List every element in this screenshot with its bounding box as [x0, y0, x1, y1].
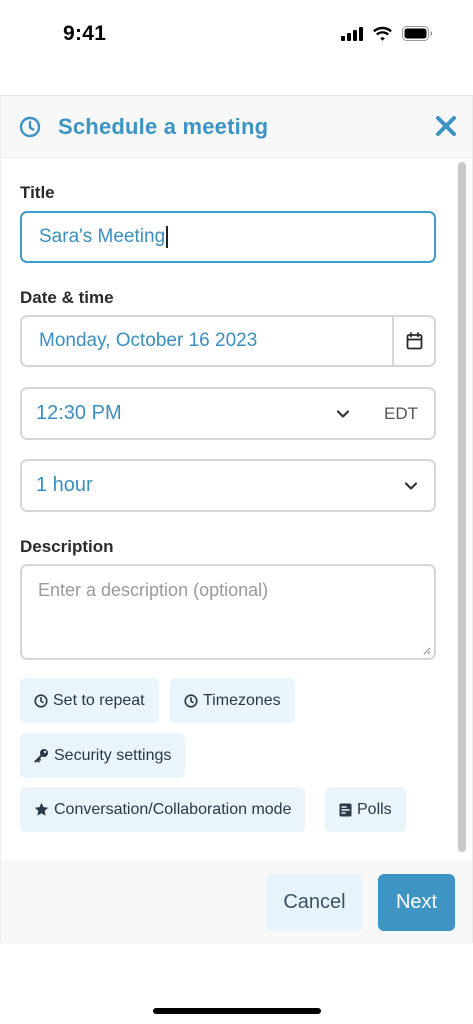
calendar-icon [406, 332, 422, 350]
description-textarea[interactable]: Enter a description (optional) [20, 564, 436, 660]
key-icon [34, 749, 48, 763]
schedule-meeting-dialog: Schedule a meeting Title Sara's Meeting … [0, 95, 473, 944]
cellular-signal-icon [341, 26, 363, 41]
clock-icon [19, 116, 41, 137]
date-input-value: Monday, October 16 2023 [39, 330, 258, 351]
battery-icon [402, 26, 433, 41]
cancel-button[interactable]: Cancel [266, 874, 363, 931]
dialog-title: Schedule a meeting [58, 113, 269, 139]
title-label: Title [20, 183, 55, 202]
home-indicator[interactable] [153, 1008, 321, 1014]
chevron-down-icon [404, 482, 418, 490]
timezones-label: Timezones [203, 691, 281, 709]
clock-icon [34, 693, 48, 708]
polls-button[interactable]: Polls [325, 787, 406, 832]
scrollbar[interactable] [458, 162, 466, 852]
conversation-mode-label: Conversation/Collaboration mode [54, 800, 292, 818]
text-caret [166, 226, 168, 248]
security-settings-button[interactable]: Security settings [20, 733, 186, 778]
calendar-button[interactable] [392, 317, 434, 365]
close-icon[interactable] [434, 114, 458, 138]
conversation-mode-button[interactable]: Conversation/Collaboration mode [20, 787, 306, 832]
clock-icon [184, 693, 198, 708]
dialog-header: Schedule a meeting [1, 96, 472, 158]
date-input[interactable]: Monday, October 16 2023 [20, 315, 436, 367]
wifi-icon [373, 26, 392, 41]
security-settings-label: Security settings [54, 746, 172, 764]
time-select-value: 12:30 PM [36, 402, 122, 424]
time-select[interactable]: 12:30 PM EDT [20, 387, 436, 440]
description-label: Description [20, 537, 114, 556]
star-icon [34, 802, 49, 816]
description-placeholder: Enter a description (optional) [38, 580, 269, 600]
duration-select[interactable]: 1 hour [20, 459, 436, 512]
polls-label: Polls [357, 800, 392, 818]
set-to-repeat-label: Set to repeat [53, 691, 145, 709]
poll-icon [339, 803, 352, 816]
chevron-down-icon [336, 410, 350, 418]
status-bar: 9:41 [0, 0, 473, 72]
duration-select-value: 1 hour [36, 474, 93, 496]
timezone-label: EDT [384, 403, 418, 423]
title-input-value: Sara's Meeting [39, 226, 166, 247]
title-input[interactable]: Sara's Meeting [20, 211, 436, 263]
timezones-button[interactable]: Timezones [170, 678, 295, 723]
set-to-repeat-button[interactable]: Set to repeat [20, 678, 159, 723]
datetime-label: Date & time [20, 288, 114, 307]
status-time: 9:41 [63, 22, 107, 45]
next-button[interactable]: Next [378, 874, 455, 931]
resize-handle-icon[interactable] [423, 647, 431, 655]
status-icons [341, 26, 433, 41]
